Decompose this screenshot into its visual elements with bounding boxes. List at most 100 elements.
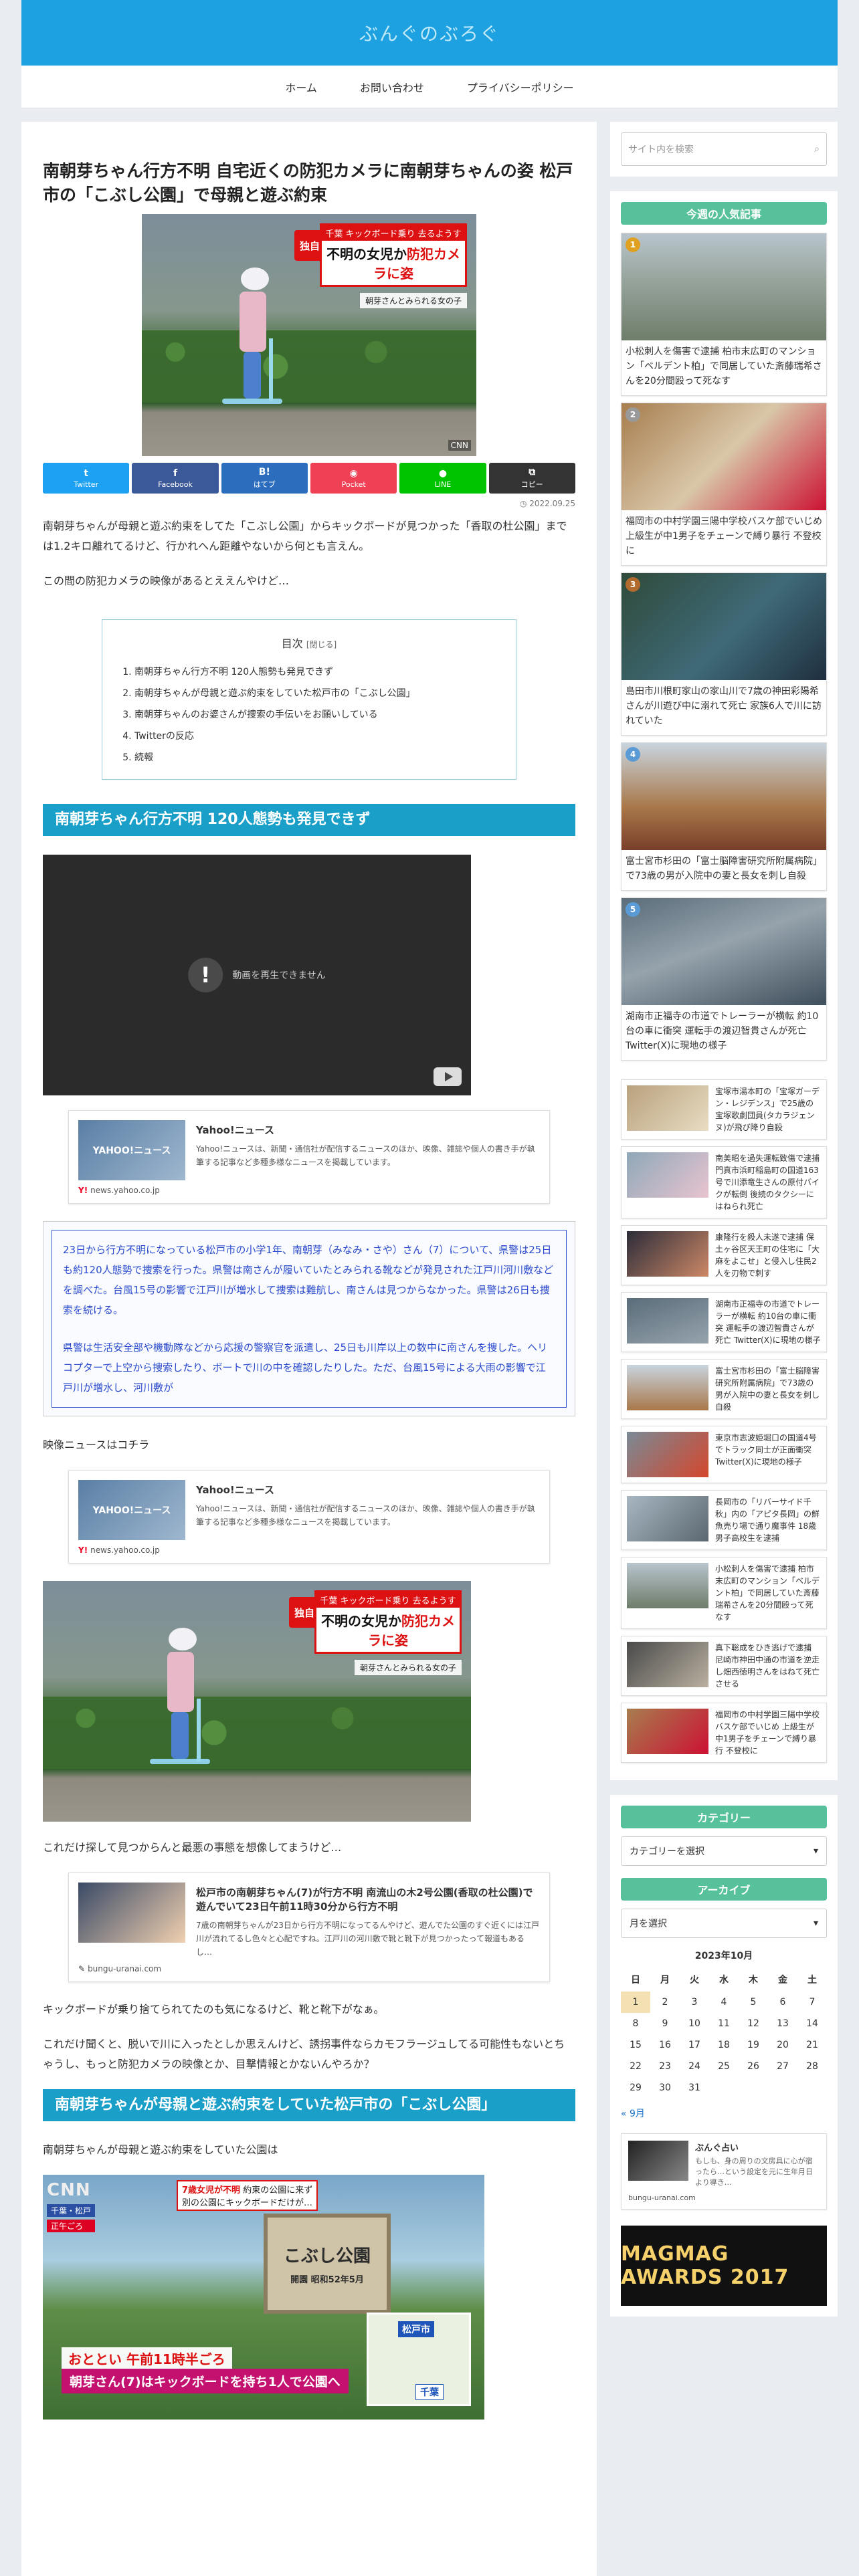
mini-article[interactable]: 真下聡成をひき逃げで逮捕 尼崎市神田中通の市道を逆走し畑西徳明さんをはねて死亡さ…: [621, 1636, 827, 1696]
calendar-day: 16: [659, 2040, 671, 2050]
calendar-day: 7: [809, 1997, 816, 2008]
main-nav: ホーム お問い合わせ プライバシーポリシー: [21, 66, 838, 108]
widget-title: 今週の人気記事: [621, 202, 827, 225]
news-banner: 千葉 キックボード乗り 去るようす 不明の女児か防犯カメラに姿: [320, 223, 467, 287]
share-twitter-button[interactable]: t Twitter: [43, 463, 130, 494]
calendar-day: 2: [662, 1997, 668, 2008]
nav-contact[interactable]: お問い合わせ: [360, 79, 424, 95]
nav-home[interactable]: ホーム: [285, 79, 317, 95]
yahoo-icon: Y!: [78, 1545, 88, 1555]
paragraph: 南朝芽ちゃんが母親と遊ぶ約束をしていた公園は: [43, 2143, 278, 2156]
calendar-day: 17: [688, 2040, 700, 2050]
time-tag: 正午ごろ: [47, 2220, 96, 2232]
calendar-title: 2023年10月: [694, 1951, 753, 1961]
toc-title-text: 目次: [281, 637, 303, 650]
mini-article[interactable]: 康隆行を殺人未遂で逮捕 保土ヶ谷区天王町の住宅に「大麻をよこせ」と侵入し住民2人…: [621, 1225, 827, 1285]
table-of-contents: 目次 [閉じる] 南朝芽ちゃん行方不明 120人態勢も発見できず 南朝芽ちゃんが…: [102, 619, 516, 780]
link-card-yahoo[interactable]: YAHOO!ニュース Yahoo!ニュース Yahoo!ニュースは、新聞・通信社…: [68, 1110, 550, 1204]
article-title: 南朝芽ちゃん行方不明 自宅近くの防犯カメラに南朝芽ちゃんの姿 松戸市の「こぶし公…: [43, 161, 573, 205]
map-label: 松戸市: [398, 2321, 434, 2337]
mini-article[interactable]: 宝塚市湯本町の「宝塚ガーデン・レジデンス」で25歳の宝塚歌劇団員(タカラジェンヌ…: [621, 1079, 827, 1140]
mini-article[interactable]: 福岡市の中村学園三陽中学校バスケ部でいじめ 上級生が中1男子をチェーンで縛り暴行…: [621, 1703, 827, 1763]
rank-badge: 2: [626, 407, 640, 422]
video-still: 独自 千葉 キックボード乗り 去るようす 不明の女児か防犯カメラに姿 朝芽さんと…: [43, 1581, 471, 1822]
ranking-item[interactable]: 1 小松刺人を傷害で逮捕 柏市末広町のマンション「ベルデント柏」で同居していた斎…: [621, 233, 827, 396]
chevron-down-icon: ▾: [813, 1846, 818, 1856]
paragraph: 映像ニュースはコチラ: [43, 1438, 150, 1451]
mini-title: 宝塚市湯本町の「宝塚ガーデン・レジデンス」で25歳の宝塚歌劇団員(タカラジェンヌ…: [715, 1087, 820, 1132]
site-title[interactable]: ぶんぐのぶろぐ: [359, 19, 500, 46]
search-widget: サイト内を検索 ⌕: [610, 122, 838, 177]
banner-top: 千葉 キックボード乗り 去るようす: [322, 225, 465, 241]
park-sign-small: 開園 昭和52年5月: [290, 2275, 364, 2285]
ranking-item[interactable]: 5 湖南市正福寺の市道でトレーラーが横転 約10台の車に衝突 運転手の渡辺智貴さ…: [621, 897, 827, 1061]
blog-card-desc: もしも、身の周りの文房具に心が宿ったら…という設定を元に生年月日より導き…: [695, 2157, 813, 2187]
share-pocket-button[interactable]: ◉ Pocket: [310, 463, 397, 494]
toc-item[interactable]: 南朝芽ちゃん行方不明 120人態勢も発見できず: [134, 661, 496, 683]
park-news-image: CNN 千葉・松戸 正午ごろ 7歳女児が不明 約束の公園に来ず 別の公園にキックボ…: [43, 2175, 484, 2420]
toc-item[interactable]: Twitterの反応: [134, 726, 496, 747]
share-label: LINE: [434, 479, 452, 489]
embedded-video[interactable]: ! 動画を再生できません: [43, 855, 471, 1095]
widget-title: カテゴリー: [621, 1806, 827, 1828]
ranking-thumb: 2: [622, 403, 826, 510]
share-label: Pocket: [341, 479, 366, 489]
card-url-text: news.yahoo.co.jp: [90, 1186, 160, 1195]
archive-select[interactable]: 月を選択 ▾: [621, 1909, 827, 1938]
calendar-day-header: 月: [660, 1975, 670, 1985]
clock-icon: ◷: [519, 499, 530, 508]
nav-privacy[interactable]: プライバシーポリシー: [467, 79, 574, 95]
mini-article[interactable]: 湖南市正福寺の市道でトレーラーが横転 約10台の車に衝突 運転手の渡辺智貴さんが…: [621, 1292, 827, 1352]
card-title: Yahoo!ニュース: [196, 1124, 274, 1136]
link-card-blog[interactable]: 松戸市の南朝芽ちゃん(7)が行方不明 南流山の木2号公園(香取の杜公園)で遊んで…: [68, 1872, 550, 1982]
magmag-banner[interactable]: MAGMAG AWARDS 2017: [621, 2226, 827, 2306]
link-card-yahoo[interactable]: YAHOO!ニュース Yahoo!ニュース Yahoo!ニュースは、新聞・通信社…: [68, 1470, 550, 1564]
mini-title: 湖南市正福寺の市道でトレーラーが横転 約10台の車に衝突 運転手の渡辺智貴さんが…: [715, 1299, 821, 1345]
facebook-icon: f: [173, 467, 178, 479]
rank-badge: 1: [626, 237, 640, 252]
mini-article[interactable]: 南美昭を過失運転致傷で逮捕 門真市浜町稲島町の国道163号で川添竜生さんの原付バ…: [621, 1146, 827, 1218]
calendar-day-header: 木: [749, 1975, 758, 1985]
card-url-text: bungu-uranai.com: [88, 1964, 162, 1973]
section-heading: 南朝芽ちゃんが母親と遊ぶ約束をしていた松戸市の「こぶし公園」: [43, 2089, 575, 2121]
broadcast-tag: CNN 千葉・松戸 正午ごろ: [47, 2180, 96, 2232]
mini-article[interactable]: 長岡市の「リバーサイド千秋」内の「アピタ長岡」の鮮魚売り場で通り魔事件 18歳男…: [621, 1490, 827, 1550]
mini-article[interactable]: 東京市志波姫堀口の国道4号でトラック同士が正面衝突 Twitter(X)に現地の…: [621, 1426, 827, 1483]
share-copy-button[interactable]: ⧉ コピー: [488, 463, 575, 494]
hero-caption: 朝芽さんとみられる女の子: [359, 293, 467, 308]
yahoo-thumb: YAHOO!ニュース: [78, 1120, 185, 1180]
share-facebook-button[interactable]: f Facebook: [132, 463, 219, 494]
hero-image: 独自 千葉 キックボード乗り 去るようす 不明の女児か防犯カメラに姿 朝芽さんと…: [142, 214, 476, 456]
toc-item[interactable]: 南朝芽ちゃんが母親と遊ぶ約束をしていた松戸市の「こぶし公園」: [134, 683, 496, 704]
calendar-day: 25: [718, 2061, 730, 2072]
share-line-button[interactable]: ● LINE: [399, 463, 486, 494]
search-input[interactable]: サイト内を検索 ⌕: [621, 132, 827, 166]
card-url: Y! news.yahoo.co.jp: [78, 1545, 540, 1555]
mini-title: 康隆行を殺人未遂で逮捕 保土ヶ谷区天王町の住宅に「大麻をよこせ」と侵入し住民2人…: [715, 1232, 820, 1278]
share-label: はてブ: [253, 480, 276, 489]
share-hatebu-button[interactable]: B! はてブ: [221, 463, 308, 494]
ranking-item[interactable]: 3 島田市川根町家山の家山川で7歳の神田彩陽希さんが川遊び中に溺れて死亡 家族6…: [621, 572, 827, 736]
toc-item[interactable]: 続報: [134, 747, 496, 768]
location-tag: 千葉・松戸: [47, 2204, 96, 2217]
calendar-day: 31: [688, 2082, 700, 2093]
youtube-icon[interactable]: [434, 1067, 462, 1086]
mini-title: 福岡市の中村学園三陽中学校バスケ部でいじめ 上級生が中1男子をチェーンで縛り暴行…: [715, 1710, 820, 1755]
lower-caption: 朝芽さん(7)はキックボードを持ち1人で公園へ: [62, 2369, 349, 2393]
toc-toggle[interactable]: [閉じる]: [306, 640, 337, 649]
calendar-day: 24: [688, 2061, 700, 2072]
park-sign: こぶし公園 開園 昭和52年5月: [264, 2214, 391, 2314]
rank-badge: 5: [626, 902, 640, 917]
mini-article[interactable]: 富士宮市杉田の「富士脳障害研究所附属病院」で73歳の男が入院中の妻と長女を刺し自…: [621, 1359, 827, 1419]
search-icon[interactable]: ⌕: [814, 144, 820, 154]
mini-article[interactable]: 小松刺人を傷害で逮捕 柏市末広町のマンション「ベルデント柏」で同居していた斎藤瑞…: [621, 1557, 827, 1629]
toc-item[interactable]: 南朝芽ちゃんのお婆さんが捜索の手伝いをお願いしている: [134, 704, 496, 726]
ranking-item[interactable]: 2 福岡市の中村学園三陽中学校バスケ部でいじめ 上級生が中1男子をチェーンで縛り…: [621, 403, 827, 566]
category-select[interactable]: カテゴリーを選択 ▾: [621, 1836, 827, 1866]
calendar-prev-link[interactable]: « 9月: [621, 2107, 827, 2120]
location-map: 松戸市 千葉: [367, 2313, 471, 2406]
ranking-thumb: 5: [622, 898, 826, 1005]
ranking-item[interactable]: 4 富士宮市杉田の「富士脳障害研究所附属病院」で73歳の男が入院中の妻と長女を刺…: [621, 742, 827, 891]
hatebu-icon: B!: [258, 467, 270, 477]
blog-card[interactable]: ぶんぐ占い もしも、身の周りの文房具に心が宿ったら…という設定を元に生年月日より…: [621, 2133, 827, 2210]
